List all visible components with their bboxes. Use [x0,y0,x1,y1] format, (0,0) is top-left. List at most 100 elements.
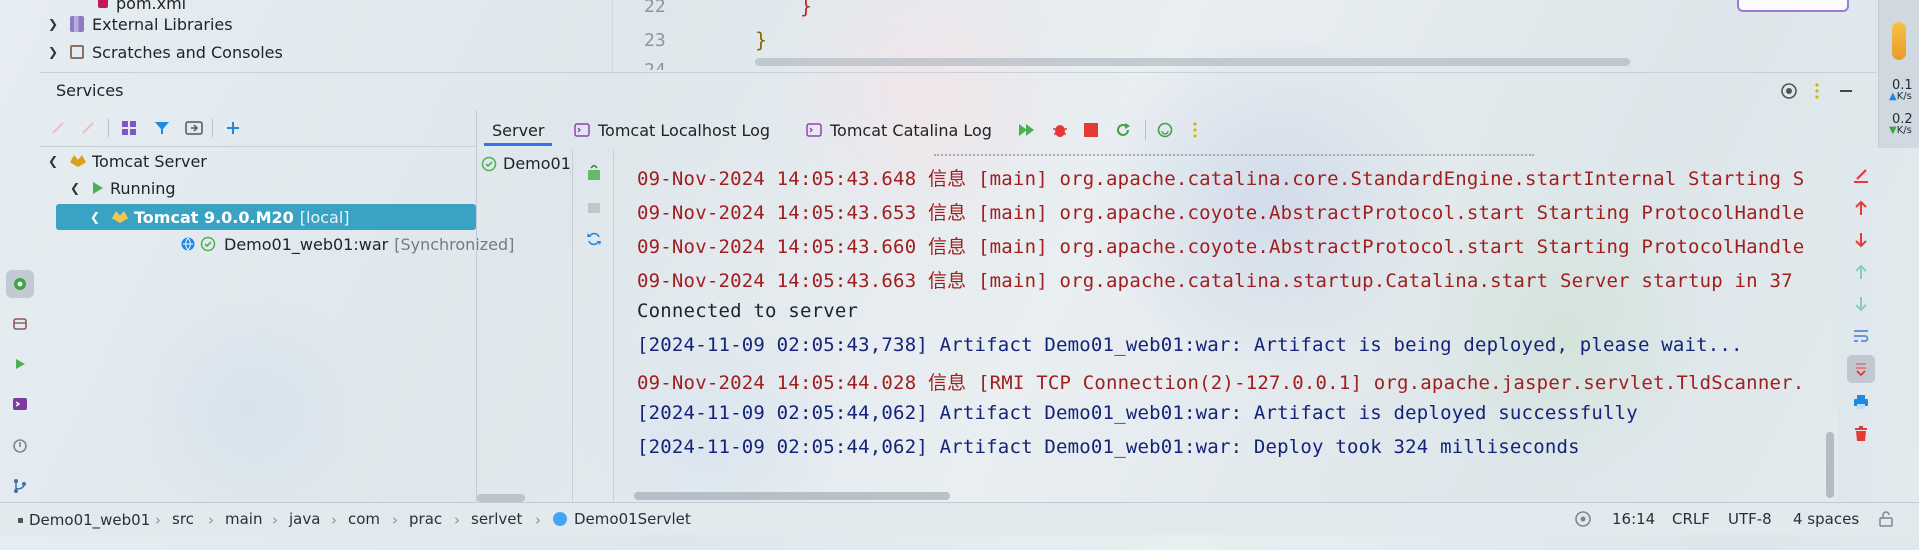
tree-node-artifact[interactable]: Demo01_web01:war [Synchronized] [180,231,514,257]
prev-occurrence-icon[interactable] [1849,260,1873,284]
tree-node-running[interactable]: ❮ Running [70,175,176,201]
tree-node-label: Tomcat Server [92,151,207,171]
chevron-right-icon: › [454,511,460,529]
problems-tool-icon[interactable] [6,432,34,460]
left-tool-stripe [0,260,40,500]
right-tool-strip: 0.1 ▲K/s 0.2 ▼K/s [1878,0,1919,148]
editor-widget [1737,0,1849,12]
chevron-down-icon[interactable]: ❮ [70,181,88,195]
print-icon[interactable] [1849,390,1873,414]
ai-assistant-icon[interactable] [1572,508,1594,530]
line-number: 22 [644,0,666,17]
tree-item-external-libraries[interactable]: ❯ External Libraries [48,11,233,37]
run-tool-icon[interactable] [6,350,34,378]
download-unit: ▼K/s [1889,125,1912,136]
update-icon[interactable] [1154,119,1176,141]
log-line: 09-Nov-2024 14:05:43.660 信息 [main] org.a… [637,236,1805,258]
lock-icon[interactable] [1876,509,1896,529]
refresh-icon[interactable] [583,228,605,250]
tab-label: Tomcat Catalina Log [830,120,992,140]
deployment-actions [573,150,614,502]
group-by-icon[interactable] [119,118,139,138]
next-occurrence-icon[interactable] [1849,292,1873,316]
more-actions-icon[interactable] [1188,119,1202,141]
stop-icon[interactable] [1080,119,1102,141]
deployment-item[interactable]: Demo01_ [481,154,571,173]
restart-icon[interactable] [1112,119,1134,141]
tab-tomcat-localhost-log[interactable]: Tomcat Localhost Log [574,118,770,142]
minimize-icon[interactable] [1836,81,1856,101]
console-horizontal-scrollbar[interactable] [634,492,950,500]
add-service-icon[interactable] [223,118,243,138]
scroll-to-end-icon[interactable] [1847,355,1875,383]
editor-horizontal-scrollbar[interactable] [755,58,1630,66]
tree-node-label: Tomcat 9.0.0.M20 [134,207,294,227]
code-line: } [800,0,813,18]
line-number: 23 [644,30,666,51]
breadcrumb-item-com[interactable]: com [348,510,380,528]
breadcrumb-item-main[interactable]: main [225,510,262,528]
more-options-icon[interactable] [1811,81,1823,101]
line-number: 24 [644,60,666,70]
console-vertical-scrollbar[interactable] [1826,432,1834,498]
undeploy-icon[interactable] [583,195,605,217]
collapse-all-icon[interactable] [78,118,98,138]
tree-item-scratches[interactable]: ❯ Scratches and Consoles [48,39,283,65]
git-tool-icon[interactable] [6,472,34,500]
tomcat-icon [70,155,86,167]
check-icon [481,156,497,172]
expand-all-icon[interactable] [48,118,68,138]
breadcrumb-item-src[interactable]: src [172,510,194,528]
tree-node-suffix: [local] [299,207,350,227]
check-icon [200,236,216,252]
console-actions [1843,160,1879,450]
filter-icon[interactable] [152,118,172,138]
target-icon[interactable] [1779,81,1799,101]
debug-icon[interactable] [1049,119,1071,141]
clear-all-icon[interactable] [1849,164,1873,188]
new-service-tab-icon[interactable] [184,118,204,138]
maven-file-icon [98,0,108,8]
trash-icon[interactable] [1849,422,1873,446]
run-all-icon[interactable] [1016,119,1038,141]
breadcrumb-item-class[interactable]: Demo01Servlet [553,510,691,528]
chevron-right-icon: › [208,511,214,529]
breadcrumb-item-prac[interactable]: prac [409,510,442,528]
services-tool-icon[interactable] [6,270,34,298]
chevron-right-icon[interactable]: ❯ [48,17,64,31]
breadcrumb-item-serlvet[interactable]: serlvet [471,510,522,528]
module-icon [18,517,23,523]
tab-server[interactable]: Server [492,118,544,142]
editor-area: 22 23 24 } } [612,0,1877,70]
toolbar-separator [212,119,213,137]
breadcrumb-label: Demo01_web01 [29,511,151,529]
chevron-right-icon: › [155,511,161,529]
log-line: [2024-11-09 02:05:44,062] Artifact Demo0… [637,436,1580,458]
chevron-down-icon[interactable]: ❮ [90,210,108,224]
chevron-down-icon[interactable]: ❮ [48,154,66,168]
arrow-down-icon[interactable] [1849,228,1873,252]
file-encoding[interactable]: UTF-8 [1728,510,1772,528]
log-line: 09-Nov-2024 14:05:43.648 信息 [main] org.a… [637,168,1805,190]
tree-node-tomcat-instance[interactable]: ❮ Tomcat 9.0.0.M20 [local] [56,204,476,230]
line-separator[interactable]: CRLF [1672,510,1710,528]
indent-setting[interactable]: 4 spaces [1793,510,1859,528]
database-tool-icon[interactable] [6,310,34,338]
breadcrumb-item-java[interactable]: java [289,510,320,528]
log-line: 09-Nov-2024 14:05:44.028 信息 [RMI TCP Con… [637,372,1805,394]
cursor-position[interactable]: 16:14 [1612,510,1655,528]
terminal-tool-icon[interactable] [6,390,34,418]
deploy-icon[interactable] [583,162,605,184]
chevron-right-icon[interactable]: ❯ [48,45,64,59]
services-tree: ❮ Tomcat Server ❮ Running ❮ Tomcat 9.0.0… [40,148,514,500]
deployment-scrollbar[interactable] [477,494,525,502]
tab-tomcat-catalina-log[interactable]: Tomcat Catalina Log [806,118,992,142]
upload-unit: ▲K/s [1889,91,1912,102]
log-line: Connected to server [637,300,859,322]
breadcrumb-item-project[interactable]: Demo01_web01 [18,511,150,529]
arrow-up-icon[interactable] [1849,196,1873,220]
tree-node-tomcat-server[interactable]: ❮ Tomcat Server [48,148,207,174]
scratches-icon [70,45,84,59]
scroll-marker [1892,22,1906,60]
soft-wrap-icon[interactable] [1849,324,1873,348]
